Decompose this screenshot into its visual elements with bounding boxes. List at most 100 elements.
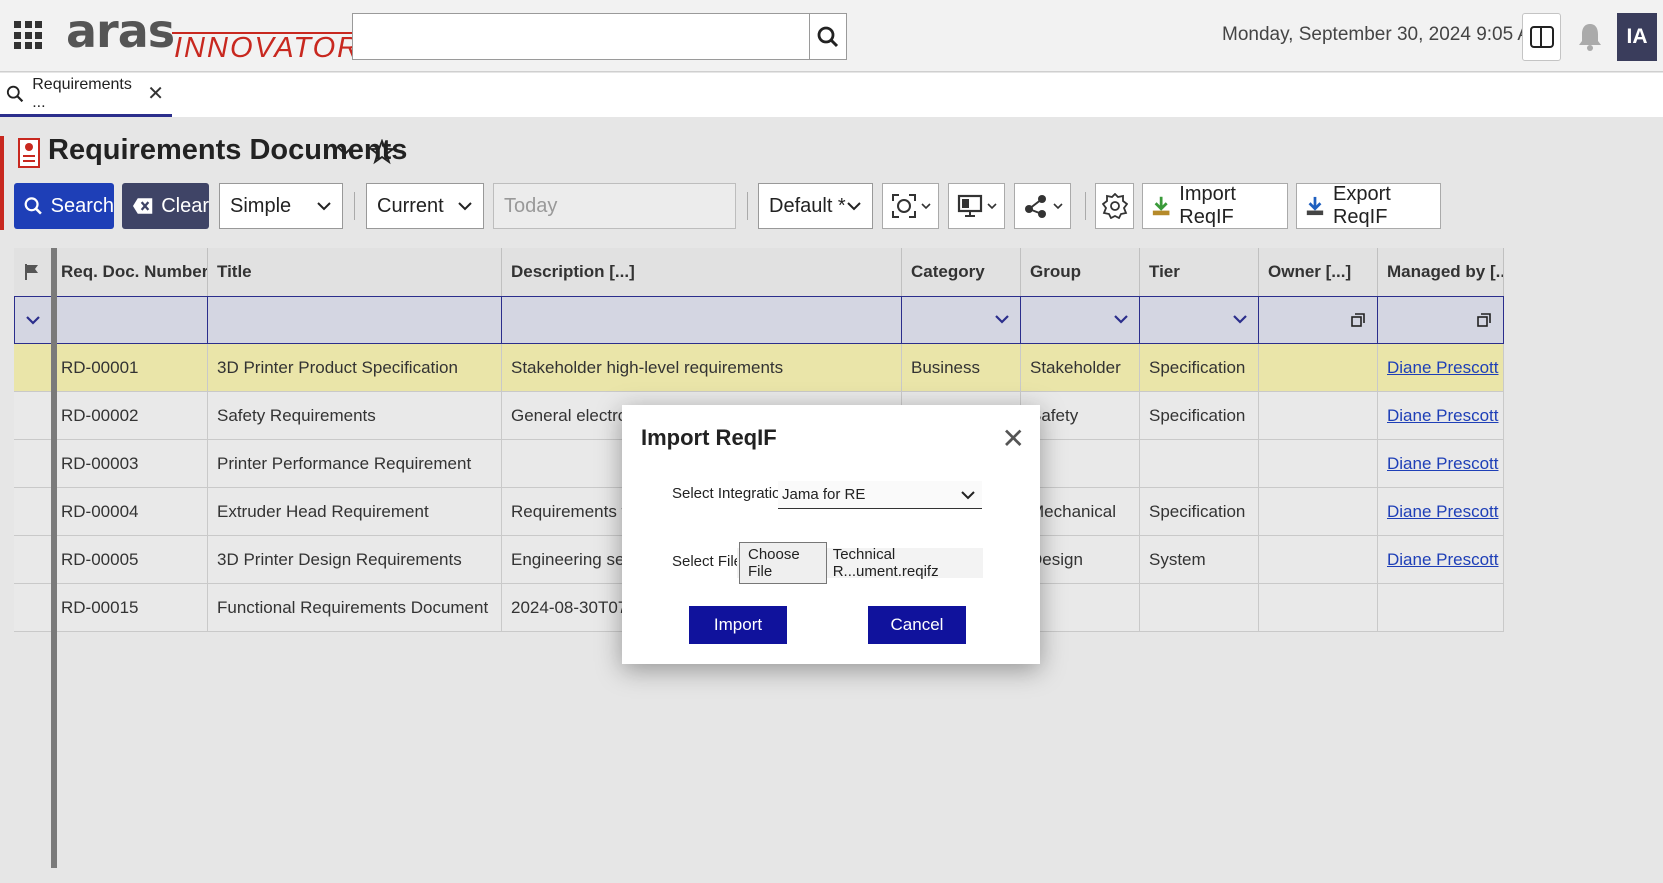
table-cell: Specification <box>1140 392 1259 440</box>
filter-cell[interactable] <box>902 296 1021 344</box>
clear-button[interactable]: Clear <box>122 183 209 229</box>
column-header[interactable]: Group <box>1021 248 1140 296</box>
capture-button[interactable] <box>882 183 939 229</box>
export-reqif-button[interactable]: Export ReqIF <box>1296 183 1441 229</box>
row-flag-cell[interactable] <box>14 344 52 392</box>
chevron-down-icon[interactable] <box>336 145 354 157</box>
column-header[interactable]: Tier <box>1140 248 1259 296</box>
download-export-icon <box>1306 196 1324 216</box>
global-search-button[interactable] <box>809 13 847 60</box>
search-button[interactable]: Search <box>14 183 114 229</box>
filter-cell[interactable] <box>1140 296 1259 344</box>
table-cell <box>1378 584 1504 632</box>
share-button[interactable] <box>1014 183 1071 229</box>
table-cell: 3D Printer Product Specification <box>208 344 502 392</box>
table-cell <box>1259 536 1378 584</box>
table-cell: Diane Prescott <box>1378 344 1504 392</box>
app-launcher-icon[interactable] <box>14 21 42 49</box>
toggle-panel-button[interactable] <box>1522 13 1561 61</box>
close-icon[interactable]: ✕ <box>1002 425 1025 453</box>
filter-cell[interactable] <box>1021 296 1140 344</box>
filter-cell[interactable] <box>208 296 502 344</box>
chevron-down-icon <box>458 202 472 211</box>
table-cell: Specification <box>1140 344 1259 392</box>
version-select[interactable]: Current <box>366 183 484 229</box>
cancel-button[interactable]: Cancel <box>868 606 966 644</box>
flag-column-header[interactable] <box>14 248 52 296</box>
row-flag-cell[interactable] <box>14 440 52 488</box>
search-button-label: Search <box>50 194 114 217</box>
row-flag-cell[interactable] <box>14 536 52 584</box>
camera-focus-icon <box>891 194 916 218</box>
filter-cell[interactable] <box>52 296 208 344</box>
global-search-input[interactable] <box>352 13 810 60</box>
tab-requirements[interactable]: Requirements ... ✕ <box>0 73 172 117</box>
table-cell: Stakeholder high-level requirements <box>502 344 902 392</box>
table-cell <box>1259 584 1378 632</box>
table-cell <box>1140 440 1259 488</box>
import-button[interactable]: Import <box>689 606 787 644</box>
share-icon <box>1024 195 1046 218</box>
table-cell: Diane Prescott <box>1378 440 1504 488</box>
filter-cell[interactable] <box>1259 296 1378 344</box>
file-input[interactable]: Choose File Technical R...ument.reqifz <box>737 542 983 584</box>
integration-value: Jama for RE <box>782 486 866 503</box>
row-flag-cell[interactable] <box>14 584 52 632</box>
clear-button-label: Clear <box>161 194 209 217</box>
view-select[interactable]: Default * <box>758 183 873 229</box>
view-value: Default * <box>769 194 846 217</box>
gear-icon <box>1101 193 1128 219</box>
column-header[interactable]: Description [...] <box>502 248 902 296</box>
search-mode-select[interactable]: Simple <box>219 183 343 229</box>
logo-main-text: aras <box>66 4 175 58</box>
download-import-icon <box>1152 196 1170 216</box>
splitter-bar[interactable] <box>51 248 57 868</box>
table-cell: RD-00004 <box>52 488 208 536</box>
item-picker-icon <box>1477 313 1491 327</box>
choose-file-button[interactable]: Choose File <box>739 542 827 584</box>
column-header[interactable]: Managed by [... <box>1378 248 1504 296</box>
filter-cell[interactable] <box>502 296 902 344</box>
column-header[interactable]: Category <box>902 248 1021 296</box>
filter-toggle[interactable] <box>14 296 52 344</box>
display-button[interactable] <box>948 183 1005 229</box>
selected-file-name: Technical R...ument.reqifz <box>832 546 939 580</box>
managed-by-link[interactable]: Diane Prescott <box>1387 502 1499 522</box>
table-cell: RD-00001 <box>52 344 208 392</box>
column-header[interactable]: Req. Doc. Number <box>52 248 208 296</box>
column-header[interactable]: Owner [...] <box>1259 248 1378 296</box>
managed-by-link[interactable]: Diane Prescott <box>1387 454 1499 474</box>
table-cell: RD-00002 <box>52 392 208 440</box>
user-avatar[interactable]: IA <box>1617 13 1657 61</box>
managed-by-link[interactable]: Diane Prescott <box>1387 406 1499 426</box>
toolbar-divider <box>747 192 748 220</box>
close-icon[interactable]: ✕ <box>147 81 164 106</box>
filter-cell[interactable] <box>1378 296 1504 344</box>
table-cell: Specification <box>1140 488 1259 536</box>
accent-bar <box>0 136 4 230</box>
table-cell: Safety Requirements <box>208 392 502 440</box>
managed-by-link[interactable]: Diane Prescott <box>1387 358 1499 378</box>
favorite-star-icon[interactable] <box>369 139 395 165</box>
import-reqif-button[interactable]: Import ReqIF <box>1142 183 1288 229</box>
integration-select[interactable]: Jama for RE <box>778 481 982 509</box>
managed-by-link[interactable]: Diane Prescott <box>1387 550 1499 570</box>
column-header[interactable]: Title <box>208 248 502 296</box>
notifications-bell-icon[interactable] <box>1577 22 1603 52</box>
table-cell: Printer Performance Requirement <box>208 440 502 488</box>
table-cell: RD-00003 <box>52 440 208 488</box>
search-icon <box>24 197 42 215</box>
row-flag-cell[interactable] <box>14 392 52 440</box>
table-cell: System <box>1140 536 1259 584</box>
chevron-down-icon <box>1233 315 1247 324</box>
chevron-down-icon <box>26 316 40 325</box>
chevron-down-icon <box>1052 203 1063 210</box>
table-cell <box>1140 584 1259 632</box>
settings-button[interactable] <box>1095 183 1134 229</box>
date-input[interactable]: Today <box>493 183 736 229</box>
toolbar-divider <box>354 192 355 220</box>
grid-filter-row <box>14 296 1504 344</box>
row-flag-cell[interactable] <box>14 488 52 536</box>
table-row[interactable]: RD-00001 3D Printer Product Specificatio… <box>14 344 1504 392</box>
chevron-down-icon <box>986 203 997 210</box>
